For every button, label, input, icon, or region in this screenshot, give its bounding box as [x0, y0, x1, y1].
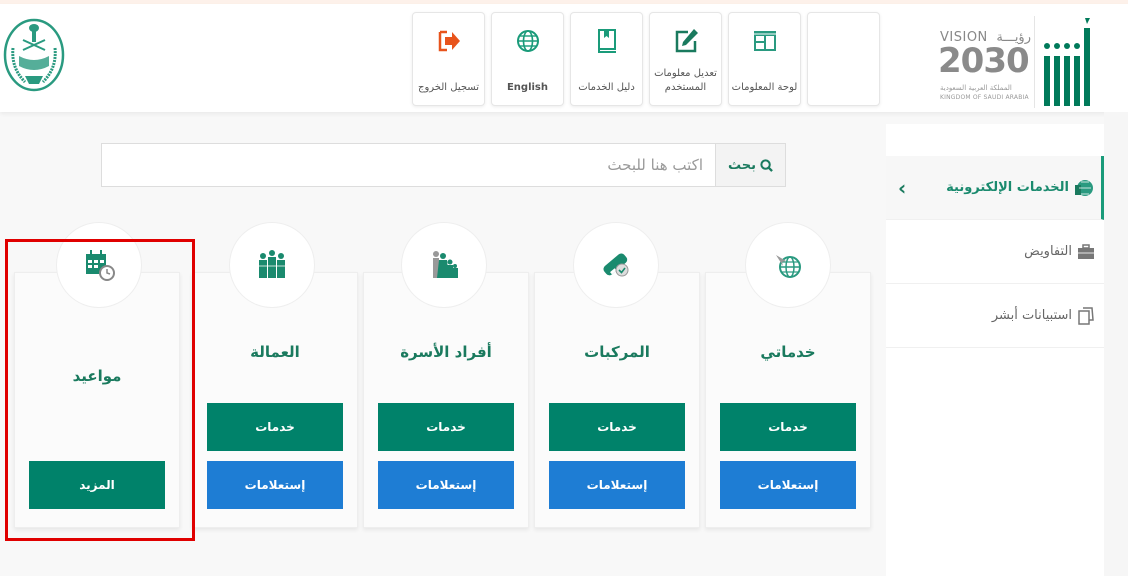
globe-icon — [516, 30, 539, 52]
sidebar: ‹ الخدمات الإلكترونية التفاويض استبيانات… — [886, 124, 1104, 576]
card-title: خدماتي — [760, 343, 816, 361]
sidebar-item-e-services[interactable]: ‹ الخدمات الإلكترونية — [886, 156, 1104, 220]
inquiries-button[interactable]: إستعلامات — [378, 461, 514, 509]
card-title: أفراد الأسرة — [400, 343, 492, 361]
empty-tile[interactable] — [807, 12, 880, 106]
services-guide-button[interactable]: دليل الخدمات — [570, 12, 643, 106]
card-title: العمالة — [250, 343, 300, 361]
card-vehicles: المركبات خدمات إستعلامات — [534, 272, 700, 528]
sidebar-item-label: التفاويض — [1024, 244, 1072, 259]
vision-sub-ar: المملكة العربية السعودية — [940, 84, 1012, 92]
edit-user-info-label: تعديل معلومات المستخدم — [654, 68, 717, 93]
e-services-icon — [1075, 179, 1093, 196]
services-guide-label: دليل الخدمات — [578, 82, 635, 93]
right-strip — [1104, 112, 1128, 576]
vision-sub-en: KINGDOM OF SAUDI ARABIA — [940, 94, 1029, 101]
briefcase-icon — [1078, 243, 1094, 259]
dashboard-button[interactable]: لوحة المعلومات — [728, 12, 801, 106]
inquiries-button[interactable]: إستعلامات — [549, 461, 685, 509]
services-button[interactable]: خدمات — [378, 403, 514, 451]
top-nav: تسجيل الخروج English دليل الخدمات تعديل … — [412, 12, 880, 106]
logout-label: تسجيل الخروج — [417, 82, 479, 93]
edit-icon — [675, 29, 698, 53]
book-icon — [597, 29, 616, 53]
sidebar-item-label: استبيانات أبشر — [991, 308, 1072, 323]
dashboard-icon — [753, 31, 776, 51]
language-label: English — [506, 82, 549, 93]
sidebar-item-delegations[interactable]: التفاويض — [886, 220, 1104, 284]
more-button[interactable]: المزيد — [29, 461, 165, 509]
inquiries-button[interactable]: إستعلامات — [207, 461, 343, 509]
search-button[interactable]: بحث — [715, 144, 785, 186]
services-button[interactable]: خدمات — [549, 403, 685, 451]
sidebar-item-surveys[interactable]: استبيانات أبشر — [886, 284, 1104, 348]
search-icon — [760, 158, 773, 172]
card-icon-circle — [745, 222, 831, 308]
header: تسجيل الخروج English دليل الخدمات تعديل … — [0, 4, 1128, 112]
card-appointments: مواعيد المزيد — [14, 272, 180, 528]
services-button[interactable]: خدمات — [207, 403, 343, 451]
language-button[interactable]: English — [491, 12, 564, 106]
card-title: مواعيد — [72, 367, 122, 385]
dashboard-label: لوحة المعلومات — [731, 82, 798, 93]
family-icon — [433, 251, 458, 278]
logout-icon — [438, 30, 460, 52]
card-icon-circle — [401, 222, 487, 308]
card-icon-circle — [229, 222, 315, 308]
vision-2030-logo: VISION رؤيـــة 2030 المملكة العربية السع… — [930, 10, 1100, 110]
search-button-label: بحث — [728, 157, 757, 173]
absher-logo-icon[interactable] — [1042, 16, 1098, 106]
search-bar: بحث — [101, 143, 786, 187]
logo-divider — [1034, 16, 1035, 108]
card-icon-circle — [56, 222, 142, 308]
edit-user-info-button[interactable]: تعديل معلومات المستخدم — [649, 12, 722, 106]
workers-icon — [259, 250, 285, 278]
logout-button[interactable]: تسجيل الخروج — [412, 12, 485, 106]
card-family-members: أفراد الأسرة خدمات إستعلامات — [363, 272, 529, 528]
calendar-clock-icon — [86, 250, 115, 281]
card-title: المركبات — [584, 343, 650, 361]
globe-cursor-icon — [776, 255, 801, 278]
search-input[interactable] — [102, 144, 715, 186]
inquiries-button[interactable]: إستعلامات — [720, 461, 856, 509]
card-my-services: خدماتي خدمات إستعلامات — [705, 272, 871, 528]
sidebar-item-label: الخدمات الإلكترونية — [946, 180, 1069, 195]
ministry-emblem-icon[interactable] — [3, 18, 65, 92]
card-workers: العمالة خدمات إستعلامات — [192, 272, 358, 528]
survey-icon — [1078, 306, 1094, 325]
chevron-left-icon: ‹ — [898, 175, 907, 200]
services-button[interactable]: خدمات — [720, 403, 856, 451]
card-icon-circle — [573, 222, 659, 308]
vehicle-icon — [603, 253, 629, 277]
vision-year: 2030 — [938, 41, 1030, 81]
